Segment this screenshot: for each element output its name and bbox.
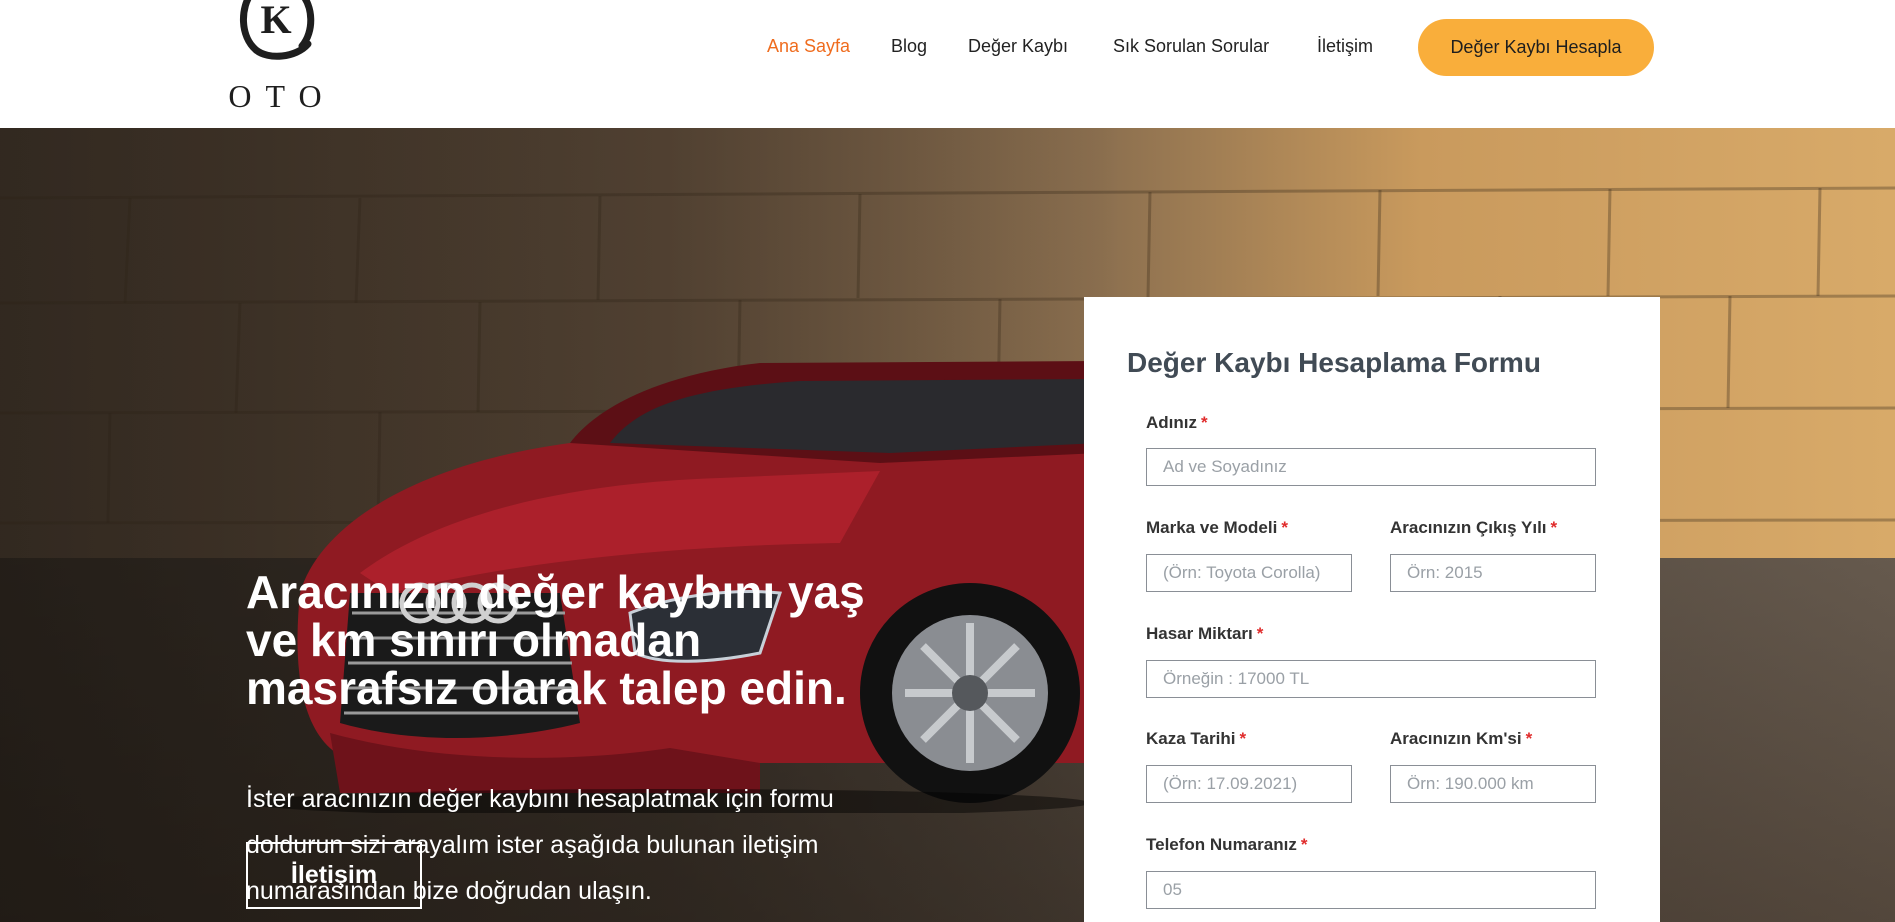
- year-label: Aracınızın Çıkış Yılı *: [1390, 518, 1558, 537]
- site-logo[interactable]: K OTO: [218, 0, 338, 114]
- brand-label: Marka ve Modeli *: [1146, 518, 1288, 537]
- damage-label: Hasar Miktarı *: [1146, 624, 1264, 643]
- brand-model-input[interactable]: [1146, 554, 1352, 592]
- phone-input[interactable]: [1146, 871, 1596, 909]
- nav-item-iletisim[interactable]: İletişim: [1317, 36, 1373, 57]
- required-mark: *: [1525, 729, 1533, 748]
- damage-amount-input[interactable]: [1146, 660, 1596, 698]
- nav-item-blog[interactable]: Blog: [891, 36, 927, 57]
- form-title: Değer Kaybı Hesaplama Formu: [1127, 347, 1541, 378]
- required-mark: *: [1281, 518, 1288, 537]
- damage-calculation-form: Değer Kaybı Hesaplama Formu Adınız* Mark…: [1084, 297, 1660, 922]
- accident-date-input[interactable]: [1146, 765, 1352, 803]
- year-input[interactable]: [1390, 554, 1596, 592]
- required-mark: *: [1550, 518, 1558, 537]
- nav-item-sss[interactable]: Sık Sorulan Sorular: [1113, 36, 1269, 57]
- hero-title: Aracınızın değer kaybını yaş ve km sınır…: [246, 566, 865, 714]
- accident-date-label: Kaza Tarihi *: [1146, 729, 1247, 748]
- phone-label: Telefon Numaranız *: [1146, 835, 1308, 854]
- km-input[interactable]: [1390, 765, 1596, 803]
- nav-item-deger-kaybi[interactable]: Değer Kaybı: [968, 36, 1068, 57]
- logo-letter: K: [260, 0, 292, 42]
- required-mark: *: [1239, 729, 1247, 748]
- required-mark: *: [1300, 835, 1308, 854]
- name-input[interactable]: [1146, 448, 1596, 486]
- calculate-cta-button[interactable]: Değer Kaybı Hesapla: [1418, 19, 1654, 76]
- required-mark: *: [1201, 413, 1208, 432]
- logo-text: OTO: [228, 78, 336, 114]
- km-label: Aracınızın Km'si *: [1390, 729, 1533, 748]
- required-mark: *: [1256, 624, 1264, 643]
- contact-button[interactable]: İletişim: [246, 842, 422, 909]
- name-label: Adınız *: [1146, 413, 1208, 432]
- red-car-image: [250, 361, 1100, 813]
- site-header: K OTO Ana Sayfa Blog Değer Kaybı Sık Sor…: [0, 0, 1895, 128]
- nav-item-ana-sayfa[interactable]: Ana Sayfa: [767, 36, 850, 57]
